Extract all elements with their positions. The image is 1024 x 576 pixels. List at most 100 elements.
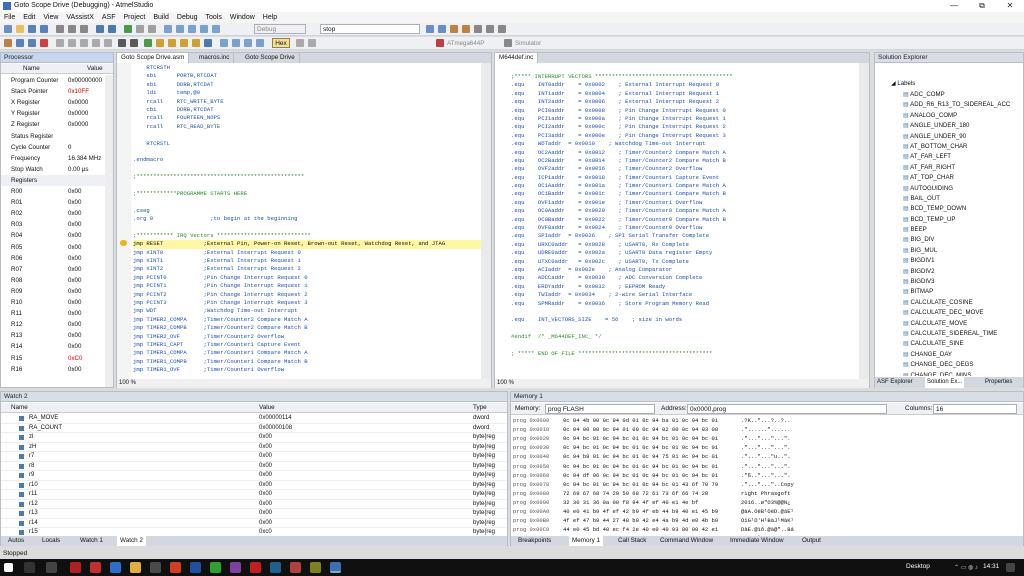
bookmark-next-icon[interactable] [176,25,184,33]
processor-row[interactable]: R05 0x00 [1,242,113,253]
save-icon[interactable] [28,25,36,33]
find-icon[interactable] [426,25,434,33]
label-item[interactable]: ▤ ANGLE_UNDER_90 [903,132,1015,142]
editor-gutter[interactable] [117,63,131,379]
processor-row[interactable]: Cycle Counter 0 [1,142,113,153]
watch-row[interactable]: r7 0x00 byte{reg [1,452,507,462]
watch-row[interactable]: r8 0x00 byte{reg [1,462,507,471]
memory-row[interactable]: prog 0x0060 0c 94 df 06 0c 94 bc 01 0c 94… [511,471,1023,480]
tab-goto-scope-drive-asm[interactable]: Goto Scope Drive.asm [117,53,190,63]
step-over-icon[interactable] [168,39,176,47]
format-icon[interactable] [80,39,88,47]
app-icon-3[interactable] [150,562,161,573]
editor-scrollbar[interactable] [481,63,491,379]
label-item[interactable]: ▤ CALCULATE_MOVE [903,319,1015,329]
memory-row[interactable]: prog 0x0000 0c 94 4b 00 0c 94 0d 01 0c 94… [511,416,1023,425]
io-view-icon[interactable] [28,39,36,47]
memory-type-select[interactable]: prog FLASH [545,404,655,414]
edge-icon[interactable] [110,562,121,573]
processor-row[interactable]: X Register 0x0000 [1,97,113,108]
continue-icon[interactable] [144,39,152,47]
processor-scrollbar[interactable] [105,75,113,387]
tab-memory-1[interactable]: Memory 1 [569,536,603,546]
watch-icon[interactable] [256,39,264,47]
app-icon-8[interactable] [250,562,261,573]
processor-row[interactable]: R13 0x00 [1,330,113,341]
show-next-statement-icon[interactable] [296,39,304,47]
run-to-cursor-icon[interactable] [192,39,200,47]
label-item[interactable]: ▤ BITMAP [903,287,1015,297]
tab-solution-explorer[interactable]: Solution Ex... [925,377,965,388]
step-out-icon[interactable] [180,39,188,47]
label-item[interactable]: ▤ AUTOGUIDING [903,184,1015,194]
rebuild-icon[interactable] [148,25,156,33]
memory-row[interactable]: prog 0x00C0 44 e0 45 bd 40 ec f4 2e 40 e0… [511,525,1023,534]
app-icon-4[interactable] [170,562,181,573]
label-item[interactable]: ▤ CHANGE_DAY [903,350,1015,360]
device-label[interactable]: ATmega644P [447,40,484,47]
outdent-icon[interactable] [68,39,76,47]
build-icon[interactable] [136,25,144,33]
watch-row[interactable]: r9 0x00 byte{reg [1,471,507,481]
label-item[interactable]: ▤ CALCULATE_SIDEREAL_TIME [903,329,1015,339]
label-item[interactable]: ▤ BIGDIV1 [903,256,1015,266]
start-icon[interactable] [4,563,13,572]
editor2-scrollbar[interactable] [859,63,869,379]
redo-icon[interactable] [108,25,116,33]
atmel-studio-taskbar-icon[interactable] [330,562,341,573]
stop-debugging-icon[interactable] [130,39,138,47]
properties-icon[interactable] [474,25,482,33]
label-item[interactable]: ▤ ANALOG_COMP [903,111,1015,121]
search-icon[interactable] [24,562,35,573]
memory-row[interactable]: prog 0x0010 0c 94 00 00 0c 94 01 00 0c 94… [511,425,1023,434]
processor-row[interactable]: R14 0x00 [1,341,113,352]
watch-row[interactable]: r10 0x00 byte{reg [1,481,507,490]
save-all-icon[interactable] [40,25,48,33]
watch-row[interactable]: r14 0x00 byte{reg [1,519,507,528]
break-all-icon[interactable] [118,39,126,47]
editor2-zoom[interactable]: 100 % [495,379,869,388]
tab-breakpoints[interactable]: Breakpoints [515,536,554,546]
processor-row[interactable]: R09 0x00 [1,286,113,297]
processor-row[interactable]: Stop Watch 0.00 µs [1,164,113,175]
processor-row[interactable]: R10 0x00 [1,297,113,308]
debug-tool-label[interactable]: Simulator [515,40,541,47]
label-item[interactable]: ▤ CHANGE_DEC_DEGS [903,360,1015,370]
paste-icon[interactable] [80,25,88,33]
tab-m644def-inc[interactable]: M644def.inc [495,53,539,63]
reset-icon[interactable] [204,39,212,47]
tab-command-window[interactable]: Command Window [657,536,716,546]
breakpoints-window-icon[interactable] [308,39,316,47]
memory-row[interactable]: prog 0x0070 0c 94 bc 01 0c 94 bc 01 0c 94… [511,480,1023,489]
tab-immediate-window[interactable]: Immediate Window [727,536,787,546]
label-item[interactable]: ▤ AT_BOTTOM_CHAR [903,142,1015,152]
address-input[interactable]: 0x0000,prog [687,404,887,414]
start-debugging-icon[interactable] [124,25,132,33]
processor-row[interactable]: Y Register 0x0000 [1,108,113,119]
tab-watch-2[interactable]: Watch 2 [117,536,146,546]
label-item[interactable]: ▤ CHANGE_DEC_MINS [903,371,1015,376]
desktop-toolbar[interactable]: Desktop [906,563,930,570]
clock[interactable]: 14:31 [983,563,999,570]
processor-row[interactable]: R07 0x00 [1,264,113,275]
watch-row[interactable]: RA_COUNT 0x00000108 dword [1,424,507,433]
memory-row[interactable]: prog 0x0090 32 30 31 36 0a 00 f8 94 4f ef… [511,498,1023,507]
app-icon-10[interactable] [290,562,301,573]
processor-row[interactable]: R04 0x00 [1,230,113,241]
label-item[interactable]: ▤ CALCULATE_SINE [903,339,1015,349]
tray-icons[interactable]: ⌃ ▭ ◍ ♪ [954,564,978,571]
label-item[interactable]: ▤ AT_TOP_CHAR [903,173,1015,183]
layout-icon[interactable] [4,39,12,47]
breakpoint-icon[interactable] [40,39,48,47]
tab-locals[interactable]: Locals [39,536,63,546]
label-item[interactable]: ▤ BEEP [903,225,1015,235]
processor-row[interactable]: R12 0x00 [1,319,113,330]
label-item[interactable]: ▤ CALCULATE_COSINE [903,298,1015,308]
label-item[interactable]: ▤ ANGLE_UNDER_180 [903,121,1015,131]
processor-row[interactable]: R11 0x00 [1,308,113,319]
memory-row[interactable]: prog 0x00B0 4f ef 47 b9 44 27 48 b9 42 e4… [511,516,1023,525]
watch-row[interactable]: RA_MOVE 0x00000114 dword [1,414,507,424]
menu-view[interactable]: View [39,12,62,21]
memory-row[interactable]: prog 0x0040 0c 94 b8 01 0c 94 bc 01 0c 94… [511,452,1023,461]
processor-row[interactable]: R02 0x00 [1,208,113,219]
